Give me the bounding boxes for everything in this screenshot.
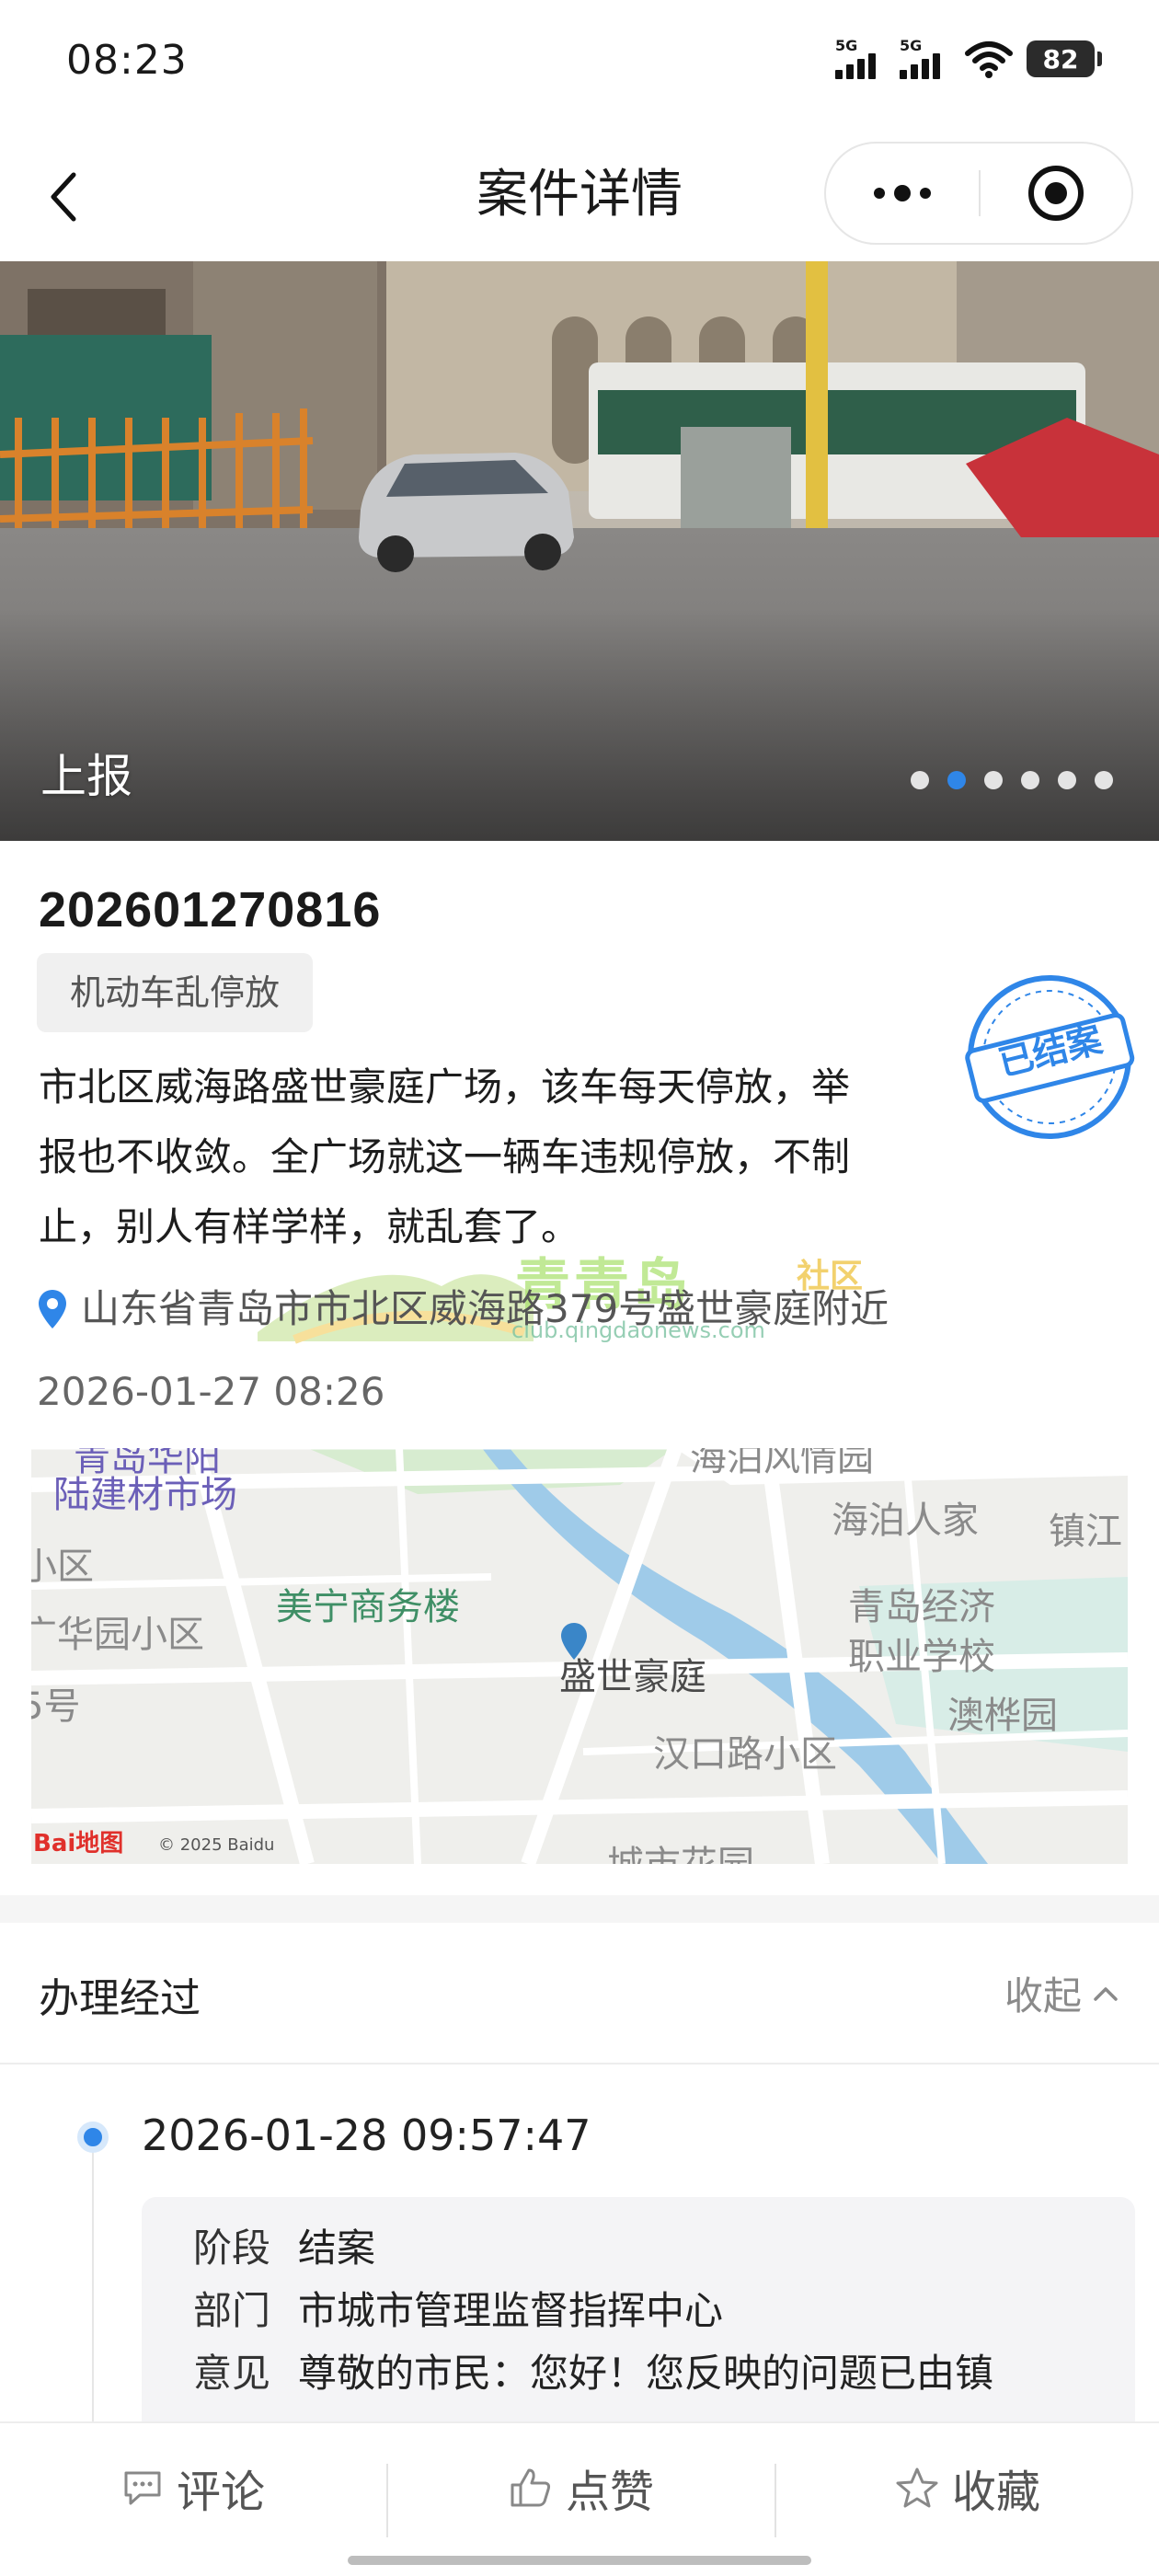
timeline-dot bbox=[77, 2122, 109, 2153]
map-label: 青岛经济 bbox=[848, 1586, 995, 1628]
department-value: 市城市管理监督指挥中心 bbox=[298, 2288, 724, 2333]
collapse-button[interactable]: 收起 bbox=[1004, 1965, 1119, 2021]
opinion-row: 意见 尊敬的市民：您好！您反映的问题已由镇 bbox=[193, 2346, 993, 2401]
battery-icon: 82 bbox=[1027, 40, 1102, 77]
pager-dot[interactable] bbox=[984, 771, 1003, 789]
signal-label: 5G bbox=[835, 37, 858, 54]
timeline-line bbox=[92, 2138, 94, 2432]
map-label: 美宁商务楼 bbox=[276, 1586, 460, 1628]
map-pin-icon bbox=[561, 1623, 587, 1660]
process-header: 办理经过 收起 bbox=[0, 1923, 1159, 2064]
report-photo bbox=[0, 261, 1159, 841]
map-label: 城市花园 bbox=[607, 1834, 754, 1864]
map-label: 职业学校 bbox=[848, 1636, 995, 1678]
opinion-key: 意见 bbox=[193, 2351, 271, 2396]
favorite-label: 收藏 bbox=[951, 2467, 1040, 2518]
timeline-time: 2026-01-28 09:57:47 bbox=[142, 2110, 591, 2160]
map-label: 汉口路小区 bbox=[653, 1733, 837, 1776]
stage-value: 结案 bbox=[298, 2225, 376, 2271]
map-label: 5号 bbox=[31, 1685, 81, 1728]
pager-dot[interactable] bbox=[1095, 771, 1113, 789]
target-circle-icon bbox=[1028, 166, 1084, 221]
report-photo-carousel[interactable]: 上报 bbox=[0, 261, 1159, 841]
map-label: 镇江 bbox=[1049, 1511, 1122, 1553]
more-dots-icon bbox=[874, 185, 931, 201]
map-label: 澳桦园 bbox=[947, 1695, 1058, 1737]
map-label: 海泊人家 bbox=[832, 1500, 979, 1542]
status-bar: 08:23 5G 5G 82 bbox=[0, 0, 1159, 129]
comment-label: 评论 bbox=[176, 2467, 265, 2518]
description-line: 报也不收敛。全广场就这一辆车违规停放，不制 bbox=[39, 1134, 851, 1179]
section-divider bbox=[0, 1895, 1159, 1923]
collapse-label: 收起 bbox=[1004, 1973, 1082, 2018]
map-label: 广华园小区 bbox=[31, 1614, 204, 1656]
bottom-action-bar: 评论 点赞 收藏 bbox=[0, 2421, 1159, 2576]
status-time: 08:23 bbox=[66, 37, 188, 84]
star-icon bbox=[896, 2467, 938, 2508]
opinion-value: 尊敬的市民：您好！您反映的问题已由镇 bbox=[298, 2351, 994, 2396]
battery-level: 82 bbox=[1042, 43, 1079, 75]
case-id: 202601270816 bbox=[39, 882, 382, 937]
home-indicator bbox=[348, 2556, 811, 2565]
signal-5g-icon: 5G bbox=[900, 39, 951, 79]
department-key: 部门 bbox=[193, 2288, 271, 2333]
description-line: 市北区威海路盛世豪庭广场，该车每天停放，举 bbox=[39, 1064, 851, 1110]
wifi-icon bbox=[965, 41, 1013, 78]
map-label: 海泊风情园 bbox=[690, 1448, 874, 1479]
more-button[interactable] bbox=[826, 144, 979, 243]
baidu-map-logo: Bai地图 bbox=[33, 1830, 124, 1857]
photo-caption: 上报 bbox=[40, 750, 132, 803]
map-copyright: © 2025 Baidu bbox=[158, 1835, 275, 1855]
thumbs-up-icon bbox=[511, 2468, 551, 2507]
chevron-up-icon bbox=[1094, 1986, 1118, 2001]
like-button[interactable]: 点赞 bbox=[388, 2423, 775, 2552]
map-label: 陆建材市场 bbox=[53, 1474, 237, 1516]
carousel-pager bbox=[911, 771, 1113, 789]
location-text: 山东省青岛市市北区威海路379号盛世豪庭附近 bbox=[81, 1286, 889, 1331]
comment-icon bbox=[124, 2471, 161, 2505]
status-icons: 5G 5G 82 bbox=[835, 37, 1102, 81]
case-location: 山东省青岛市市北区威海路379号盛世豪庭附近 bbox=[37, 1277, 889, 1341]
comment-button[interactable]: 评论 bbox=[0, 2423, 386, 2552]
close-miniapp-button[interactable] bbox=[981, 144, 1131, 243]
stage-row: 阶段 结案 bbox=[193, 2221, 375, 2276]
case-report-time: 2026-01-27 08:26 bbox=[37, 1369, 385, 1414]
pager-dot[interactable] bbox=[1058, 771, 1076, 789]
location-map[interactable]: 青岛华阳 陆建材市场 海泊风情园 小区 广华园小区 5号 美宁商务楼 海泊人家 … bbox=[31, 1448, 1128, 1864]
miniapp-capsule bbox=[824, 142, 1133, 245]
department-row: 部门 市城市管理监督指挥中心 bbox=[193, 2283, 723, 2339]
process-title: 办理经过 bbox=[39, 1975, 201, 2022]
nav-bar: 案件详情 bbox=[0, 129, 1159, 261]
signal-label: 5G bbox=[900, 37, 923, 54]
location-pin-icon bbox=[39, 1290, 66, 1328]
like-label: 点赞 bbox=[565, 2467, 654, 2518]
case-category-tag: 机动车乱停放 bbox=[37, 953, 314, 1032]
pager-dot[interactable] bbox=[911, 771, 929, 789]
map-label: 小区 bbox=[31, 1546, 94, 1588]
favorite-button[interactable]: 收藏 bbox=[776, 2423, 1159, 2552]
pager-dot[interactable] bbox=[947, 771, 966, 789]
stage-key: 阶段 bbox=[193, 2225, 271, 2271]
pager-dot[interactable] bbox=[1021, 771, 1039, 789]
signal-5g-icon: 5G bbox=[835, 39, 887, 79]
